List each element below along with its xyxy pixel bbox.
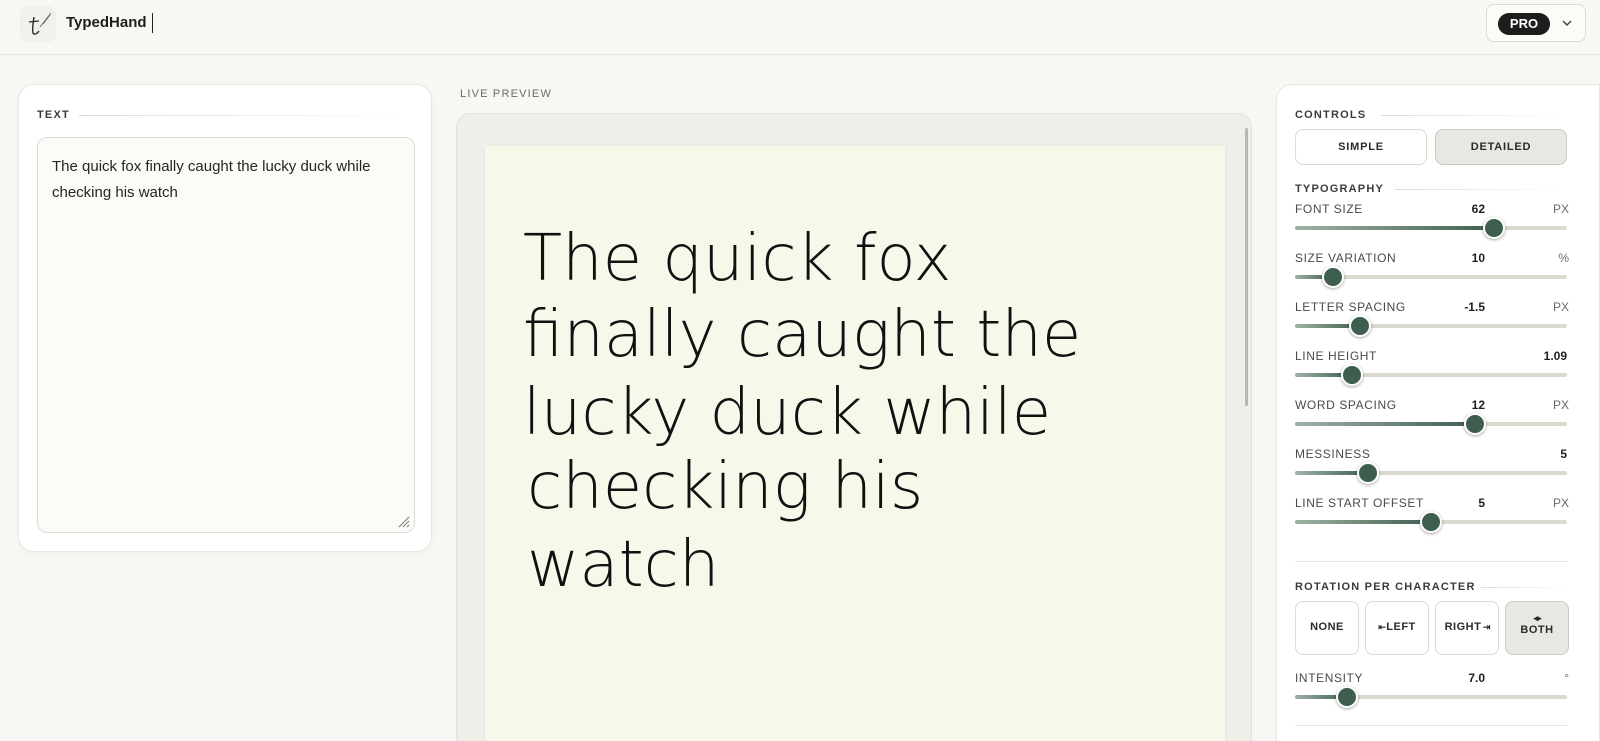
- handwritten-line: The quick fox: [523, 222, 952, 296]
- line-start-offset-value: 5: [1478, 496, 1485, 510]
- mode-simple-button[interactable]: SIMPLE: [1295, 129, 1427, 165]
- rotation-right-label: RIGHT: [1444, 621, 1482, 633]
- slider-thumb[interactable]: [1357, 462, 1380, 484]
- section-divider: [1395, 189, 1567, 190]
- slider-thumb[interactable]: [1420, 511, 1442, 533]
- slider-thumb[interactable]: [1341, 364, 1364, 386]
- line-height-label: LINE HEIGHT: [1295, 349, 1377, 363]
- font-size-label: FONT SIZE: [1295, 202, 1363, 216]
- section-divider: [1295, 725, 1567, 726]
- typography-section-label: TYPOGRAPHY: [1295, 183, 1385, 195]
- handwriting-paper: The quick fox finally caught the lucky d…: [485, 146, 1225, 741]
- slider-fill: [1295, 422, 1475, 426]
- intensity-label: INTENSITY: [1295, 671, 1364, 685]
- line-start-offset-unit: PX: [1552, 496, 1569, 510]
- section-divider: [1295, 561, 1567, 562]
- word-spacing-label: WORD SPACING: [1295, 398, 1397, 412]
- intensity-value: 7.0: [1468, 671, 1485, 685]
- size-variation-unit: %: [1558, 251, 1569, 265]
- rotation-right-button[interactable]: RIGHT ⇥: [1435, 601, 1499, 655]
- slider-thumb[interactable]: [1322, 266, 1345, 288]
- controls-panel: CONTROLS SIMPLE DETAILED TYPOGRAPHY FONT…: [1276, 84, 1600, 741]
- text-section-label: TEXT: [37, 109, 70, 121]
- preview-section-label: LIVE PREVIEW: [460, 88, 553, 100]
- line-height-slider[interactable]: [1295, 364, 1567, 386]
- line-start-offset-slider[interactable]: [1295, 511, 1567, 533]
- size-variation-label: SIZE VARIATION: [1295, 251, 1397, 265]
- rotation-both-button[interactable]: ◂▸ BOTH: [1505, 601, 1569, 655]
- messiness-slider[interactable]: [1295, 462, 1567, 484]
- word-spacing-slider[interactable]: [1295, 413, 1567, 435]
- section-divider: [79, 115, 415, 116]
- font-size-unit: PX: [1552, 202, 1569, 216]
- controls-section-label: CONTROLS: [1295, 109, 1367, 121]
- font-size-value: 62: [1471, 202, 1485, 216]
- font-size-slider[interactable]: [1295, 217, 1567, 239]
- text-input[interactable]: The quick fox finally caught the lucky d…: [37, 137, 415, 533]
- handwritten-line: watch: [527, 528, 719, 602]
- mode-detailed-button[interactable]: DETAILED: [1435, 129, 1567, 165]
- size-variation-slider[interactable]: [1295, 266, 1567, 288]
- handwritten-line: checking his: [527, 450, 923, 524]
- rotation-none-button[interactable]: NONE: [1295, 601, 1359, 655]
- plan-selector[interactable]: PRO: [1486, 4, 1586, 42]
- size-variation-value: 10: [1471, 251, 1485, 265]
- arrow-right-to-line-icon: ⇥: [1481, 622, 1491, 632]
- chevron-down-icon: [1562, 20, 1572, 27]
- app-title: TypedHand: [66, 14, 147, 31]
- resize-handle-icon[interactable]: [396, 514, 410, 528]
- slider-thumb[interactable]: [1349, 315, 1372, 337]
- section-divider: [1381, 115, 1567, 116]
- messiness-value: 5: [1560, 447, 1567, 461]
- letter-spacing-unit: PX: [1552, 300, 1569, 314]
- slider-fill: [1295, 226, 1494, 230]
- letter-spacing-label: LETTER SPACING: [1295, 300, 1406, 314]
- arrows-both-icon: ◂▸: [1533, 613, 1541, 623]
- intensity-unit: °: [1564, 671, 1569, 685]
- logo-quill-icon: [20, 6, 56, 42]
- text-input-value: The quick fox finally caught the lucky d…: [52, 158, 371, 201]
- word-spacing-unit: PX: [1552, 398, 1569, 412]
- preview-scrollbar[interactable]: [1245, 128, 1248, 406]
- rotation-left-label: LEFT: [1386, 621, 1416, 633]
- intensity-slider[interactable]: [1295, 686, 1567, 708]
- section-divider: [1481, 587, 1567, 588]
- line-height-value: 1.09: [1543, 349, 1567, 363]
- word-spacing-value: 12: [1471, 398, 1485, 412]
- text-caret: [152, 13, 153, 33]
- rotation-section-label: ROTATION PER CHARACTER: [1295, 581, 1476, 593]
- handwritten-line: lucky duck while: [523, 376, 1051, 450]
- slider-thumb[interactable]: [1463, 413, 1486, 435]
- slider-thumb[interactable]: [1335, 686, 1358, 708]
- messiness-label: MESSINESS: [1295, 447, 1371, 461]
- app-header: TypedHand PRO: [0, 0, 1600, 55]
- line-start-offset-label: LINE START OFFSET: [1295, 496, 1424, 510]
- rotation-left-button[interactable]: ⇤ LEFT: [1365, 601, 1429, 655]
- slider-thumb[interactable]: [1482, 217, 1505, 239]
- pro-badge: PRO: [1498, 13, 1550, 35]
- letter-spacing-slider[interactable]: [1295, 315, 1567, 337]
- handwritten-line: finally caught the: [523, 298, 1081, 372]
- rotation-both-label: BOTH: [1520, 624, 1554, 636]
- rotation-none-label: NONE: [1310, 621, 1344, 633]
- letter-spacing-value: -1.5: [1464, 300, 1485, 314]
- slider-fill: [1295, 520, 1431, 524]
- text-input-card: TEXT The quick fox finally caught the lu…: [18, 84, 432, 552]
